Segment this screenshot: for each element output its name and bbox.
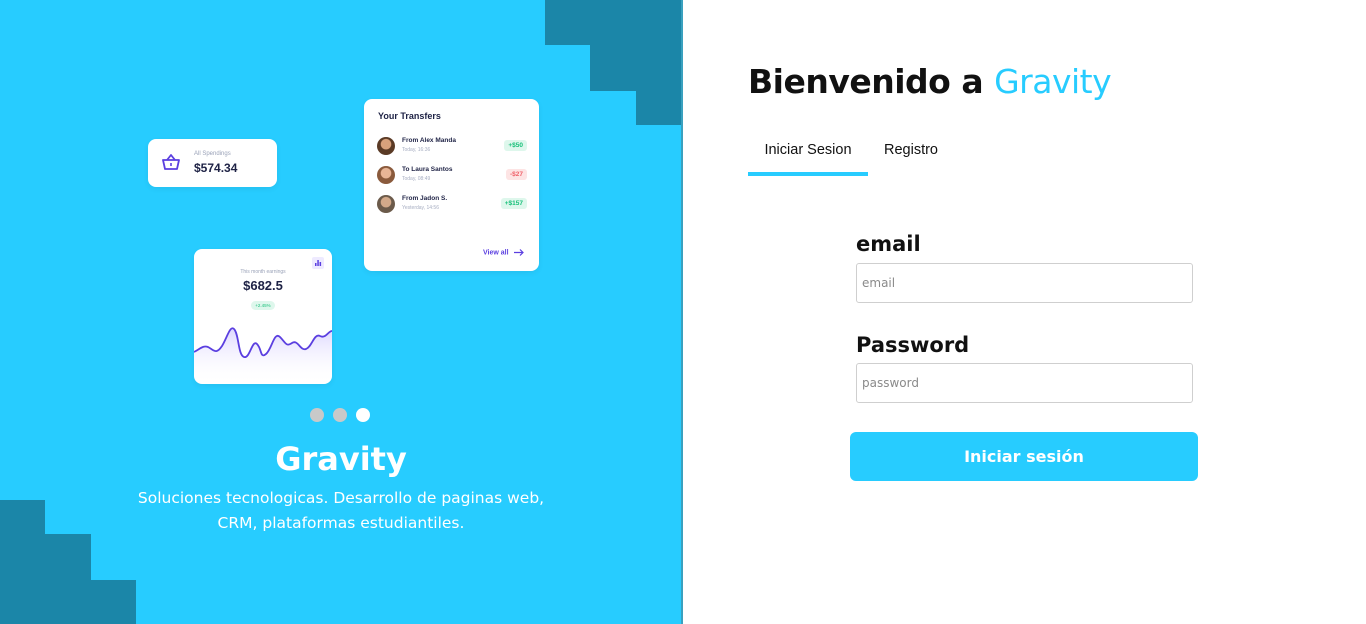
brand-description-line: CRM, plataformas estudiantiles. bbox=[217, 514, 465, 532]
carousel-dot-3[interactable] bbox=[356, 408, 370, 422]
transfer-date: Yesterday, 14:56 bbox=[402, 205, 439, 211]
arrow-right-icon bbox=[513, 249, 524, 256]
panel-divider bbox=[681, 0, 683, 624]
avatar bbox=[377, 166, 395, 184]
transfer-amount: +$157 bbox=[500, 198, 527, 209]
transfer-amount: +$50 bbox=[504, 140, 527, 151]
transfer-row: To Laura Santos Today, 08:49 -$27 bbox=[377, 165, 527, 185]
password-input[interactable] bbox=[856, 363, 1193, 403]
avatar bbox=[377, 195, 395, 213]
transfers-card: Your Transfers From Alex Manda Today, 16… bbox=[364, 99, 539, 271]
view-all-label: View all bbox=[483, 249, 509, 257]
decorative-step bbox=[545, 0, 682, 45]
brand-panel: All Spendings $574.34 Your Transfers Fro… bbox=[0, 0, 682, 624]
spendings-card: All Spendings $574.34 bbox=[148, 139, 277, 187]
carousel-dot-2[interactable] bbox=[333, 408, 347, 422]
welcome-prefix: Bienvenido a bbox=[748, 62, 984, 101]
avatar bbox=[377, 137, 395, 155]
transfer-row: From Alex Manda Today, 16:36 +$50 bbox=[377, 136, 527, 156]
earnings-card: This month earnings $682.5 +2.45% bbox=[194, 249, 332, 384]
transfers-title: Your Transfers bbox=[378, 111, 441, 121]
basket-icon bbox=[162, 154, 180, 170]
view-all-link[interactable]: View all bbox=[483, 249, 524, 256]
transfer-amount: -$27 bbox=[505, 169, 527, 180]
login-submit-button[interactable]: Iniciar sesión bbox=[850, 432, 1198, 481]
spendings-value: $574.34 bbox=[194, 161, 238, 175]
decorative-step bbox=[45, 534, 91, 624]
carousel-dot-1[interactable] bbox=[310, 408, 324, 422]
transfer-name: From Jadon S. bbox=[402, 195, 448, 202]
spendings-label: All Spendings bbox=[194, 151, 231, 157]
tab-login[interactable]: Iniciar Sesion bbox=[748, 140, 868, 176]
decorative-step bbox=[0, 500, 45, 624]
decorative-step bbox=[590, 45, 682, 91]
earnings-line-chart bbox=[194, 327, 332, 384]
earnings-label: This month earnings bbox=[240, 269, 286, 275]
brand-title: Gravity bbox=[275, 440, 407, 478]
transfer-name: To Laura Santos bbox=[402, 166, 453, 173]
earnings-value: $682.5 bbox=[243, 278, 283, 293]
tab-register[interactable]: Registro bbox=[868, 140, 954, 176]
transfer-date: Today, 08:49 bbox=[402, 176, 431, 182]
email-label: email bbox=[856, 232, 921, 256]
brand-description: Soluciones tecnologicas. Desarrollo de p… bbox=[120, 486, 562, 536]
brand-description-line: Soluciones tecnologicas. Desarrollo de p… bbox=[137, 489, 545, 507]
transfer-row: From Jadon S. Yesterday, 14:56 +$157 bbox=[377, 194, 527, 214]
transfer-name: From Alex Manda bbox=[402, 137, 456, 144]
transfer-date: Today, 16:36 bbox=[402, 147, 431, 153]
password-label: Password bbox=[856, 333, 970, 357]
welcome-heading: Bienvenido a Gravity bbox=[748, 62, 1112, 101]
welcome-brand: Gravity bbox=[994, 62, 1112, 101]
earnings-change-badge: +2.45% bbox=[251, 301, 275, 310]
bar-chart-icon bbox=[312, 257, 324, 269]
email-input[interactable] bbox=[856, 263, 1193, 303]
decorative-step bbox=[91, 580, 136, 624]
decorative-step bbox=[636, 91, 682, 125]
